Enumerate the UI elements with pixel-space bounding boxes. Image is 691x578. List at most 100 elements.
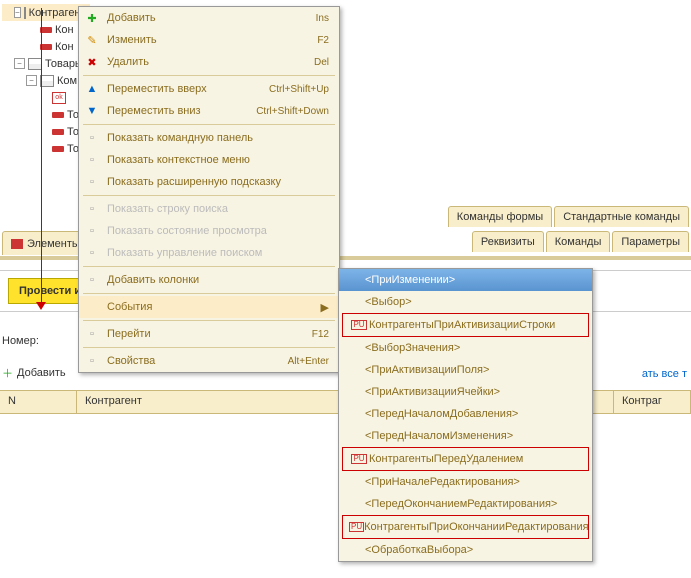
submenu-label: <ПередНачаломДобавления> — [365, 408, 586, 420]
tree-item[interactable]: То — [2, 123, 90, 140]
menu-item[interactable]: ▫ПерейтиF12 — [79, 323, 339, 345]
menu-item: ▫Показать состояние просмотра — [79, 220, 339, 242]
elements-icon — [11, 239, 23, 249]
menu-separator — [83, 347, 335, 348]
submenu-item[interactable]: <ВыборЗначения> — [339, 337, 592, 359]
tree-item[interactable]: То — [2, 140, 90, 157]
tree-item[interactable]: ok — [2, 89, 90, 106]
submenu-label: КонтрагентыПриАктивизацииСтроки — [369, 319, 582, 331]
table-icon — [40, 75, 54, 87]
shortcut: F12 — [312, 329, 333, 340]
submenu-item[interactable]: <Выбор> — [339, 291, 592, 313]
menu-label: Показать контекстное меню — [105, 154, 333, 166]
ok-icon: ok — [52, 92, 66, 104]
menu-item[interactable]: ▫Добавить колонки — [79, 269, 339, 291]
tab-std-commands[interactable]: Стандартные команды — [554, 206, 689, 227]
menu-label: Переместить вниз — [105, 105, 256, 117]
submenu-item[interactable]: <ОбработкаВыбора> — [339, 539, 592, 561]
g-icon: ▫ — [79, 327, 105, 341]
menu-item[interactable]: ▫Показать командную панель — [79, 127, 339, 149]
submenu-item[interactable]: <ПриНачалеРедактирования> — [339, 471, 592, 493]
right-tabbar-top: Команды формы Стандартные команды — [448, 206, 689, 227]
g-icon: ▫ — [79, 175, 105, 189]
tree-item[interactable]: То — [2, 106, 90, 123]
field-icon — [52, 112, 64, 118]
tab-commands[interactable]: Команды — [546, 231, 611, 252]
submenu-item[interactable]: <ПриАктивизацииПоля> — [339, 359, 592, 381]
menu-item[interactable]: ✎ИзменитьF2 — [79, 29, 339, 51]
tree-item[interactable]: −Товары — [2, 55, 90, 72]
submenu-label: <ПередНачаломИзменения> — [365, 430, 586, 442]
menu-item: ▫Показать строку поиска — [79, 198, 339, 220]
submenu-item[interactable]: PUКонтрагентыПередУдалением — [343, 448, 588, 470]
menu-item[interactable]: ▫Показать контекстное меню — [79, 149, 339, 171]
expand-toggle[interactable]: − — [14, 58, 25, 69]
nomer-label: Номер: — [2, 335, 39, 347]
menu-icon — [79, 300, 105, 314]
menu-label: Показать командную панель — [105, 132, 333, 144]
menu-separator — [83, 266, 335, 267]
menu-item[interactable]: События▶ — [79, 296, 339, 318]
submenu-label: <ПриИзменении> — [365, 274, 586, 286]
g-icon: ▫ — [79, 202, 105, 216]
submenu-item[interactable]: <ПриИзменении> — [339, 269, 592, 291]
submenu-item[interactable]: <ПередНачаломИзменения> — [339, 425, 592, 447]
tree-item[interactable]: Кон — [2, 21, 90, 38]
submenu-label: КонтрагентыПриОкончанииРедактирования — [364, 521, 588, 533]
menu-item[interactable]: ✚ДобавитьIns — [79, 7, 339, 29]
menu-item[interactable]: ✖УдалитьDel — [79, 51, 339, 73]
tree-label: Ком — [57, 75, 77, 87]
expand-toggle[interactable]: − — [26, 75, 37, 86]
submenu-item[interactable]: PUКонтрагентыПриОкончанииРедактирования — [343, 516, 588, 538]
submenu-item[interactable]: <ПередНачаломДобавления> — [339, 403, 592, 425]
expand-toggle[interactable]: − — [14, 7, 21, 18]
annotation-arrow — [41, 8, 42, 308]
menu-item[interactable]: ▫СвойстваAlt+Enter — [79, 350, 339, 372]
menu-label: Свойства — [105, 355, 288, 367]
add-icon: ✚ — [79, 11, 105, 25]
submenu-label: <Выбор> — [365, 296, 586, 308]
menu-item: ▫Показать управление поиском — [79, 242, 339, 264]
menu-item[interactable]: ▫Показать расширенную подсказку — [79, 171, 339, 193]
submenu-item[interactable]: <ПередОкончаниемРедактирования> — [339, 493, 592, 515]
col-kontragent-right[interactable]: Контраг — [613, 390, 691, 414]
menu-item[interactable]: ▼Переместить внизCtrl+Shift+Down — [79, 100, 339, 122]
menu-label: Показать расширенную подсказку — [105, 176, 333, 188]
submenu-label: КонтрагентыПередУдалением — [369, 453, 582, 465]
tree-item[interactable]: − Ком — [2, 72, 90, 89]
menu-label: Показать состояние просмотра — [105, 225, 333, 237]
g-icon: ▫ — [79, 131, 105, 145]
tree-item[interactable]: −Контрагенты — [2, 4, 90, 21]
submenu-item[interactable]: PUКонтрагентыПриАктивизацииСтроки — [343, 314, 588, 336]
event-icon: PU — [349, 522, 364, 532]
menu-label: Добавить колонки — [105, 274, 333, 286]
menu-separator — [83, 75, 335, 76]
g-icon: ▫ — [79, 224, 105, 238]
highlight-box: PUКонтрагентыПриАктивизацииСтроки — [342, 313, 589, 337]
menu-label: Добавить — [105, 12, 316, 24]
tree-label: Кон — [55, 41, 74, 53]
shortcut: F2 — [317, 35, 333, 46]
col-n[interactable]: N — [0, 391, 77, 413]
tree-item[interactable]: Кон — [2, 38, 90, 55]
event-icon: PU — [349, 454, 369, 464]
g-icon: ▫ — [79, 354, 105, 368]
shortcut: Del — [314, 57, 333, 68]
menu-label: Переместить вверх — [105, 83, 269, 95]
shortcut: Alt+Enter — [288, 356, 333, 367]
toolbar-add[interactable]: ＋ Добавить — [2, 365, 66, 381]
tree-label: Кон — [55, 24, 74, 36]
tab-elements[interactable]: Элементы — [2, 231, 89, 255]
context-menu: ✚ДобавитьIns✎ИзменитьF2✖УдалитьDel ▲Перем… — [78, 6, 340, 373]
up-icon: ▲ — [79, 82, 105, 96]
submenu-item[interactable]: <ПриАктивизацииЯчейки> — [339, 381, 592, 403]
submenu-label: <ВыборЗначения> — [365, 342, 586, 354]
tab-requisites[interactable]: Реквизиты — [472, 231, 544, 252]
tab-form-commands[interactable]: Команды формы — [448, 206, 552, 227]
right-tabbar-bottom: Реквизиты Команды Параметры — [472, 231, 689, 252]
show-all-link[interactable]: ать все т — [642, 368, 687, 380]
g-icon: ▫ — [79, 153, 105, 167]
field-icon — [52, 129, 64, 135]
tab-params[interactable]: Параметры — [612, 231, 689, 252]
menu-item[interactable]: ▲Переместить вверхCtrl+Shift+Up — [79, 78, 339, 100]
